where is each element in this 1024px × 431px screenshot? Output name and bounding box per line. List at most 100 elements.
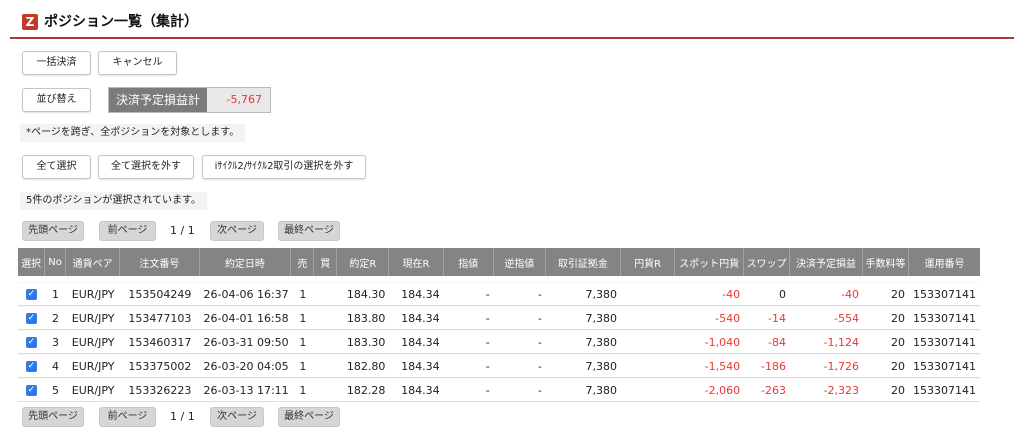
col-header: スポット円貨 — [675, 248, 745, 276]
cell-buy — [314, 354, 338, 378]
cell-sell: 1 — [291, 378, 315, 402]
cell-rate: 183.30 — [337, 330, 390, 354]
col-header: 指値 — [443, 248, 494, 276]
table-row[interactable]: ✓ 4 EUR/JPY 153375002 26-03-20 04:05 1 182.80 1… — [18, 354, 980, 378]
col-header: 現在R — [389, 248, 444, 276]
cell-pl: -1,124 — [790, 330, 864, 354]
cell-stop: - — [493, 306, 546, 330]
cell-fee: 20 — [863, 378, 909, 402]
cancel-button[interactable]: キャンセル — [98, 51, 177, 75]
total-pl-box: 決済予定損益計 -5,767 — [108, 87, 271, 113]
cell-spot: -540 — [675, 306, 745, 330]
cell-sell: 1 — [291, 306, 315, 330]
cell-cur: 184.34 — [389, 306, 444, 330]
brand-logo-icon: Z — [22, 14, 38, 30]
col-header: 約定日時 — [199, 248, 292, 276]
cell-swap: -84 — [744, 330, 791, 354]
cell-margin: 7,380 — [545, 306, 621, 330]
cell-pl: -1,726 — [790, 354, 864, 378]
cell-margin: 7,380 — [545, 378, 621, 402]
deselect-all-button[interactable]: 全て選択を外す — [98, 155, 194, 179]
table-header-row: 選択 No 通貨ペア 注文番号 約定日時 売 買 約定R 現在R 指値 逆指値 … — [18, 248, 980, 276]
cell-rate: 184.30 — [337, 282, 390, 306]
cell-no: 5 — [45, 378, 66, 402]
cell-spot: -1,040 — [675, 330, 745, 354]
col-header: 売 — [291, 248, 315, 276]
deselect-cycle-button[interactable]: iｻｲｸﾙ2/ｻｲｸﾙ2取引の選択を外す — [202, 155, 366, 179]
bulk-settle-button[interactable]: 一括決済 — [22, 51, 91, 75]
cell-fee: 20 — [863, 306, 909, 330]
cell-op: 153307141 — [908, 282, 980, 306]
table-row[interactable]: ✓ 3 EUR/JPY 153460317 26-03-31 09:50 1 183.30 1… — [18, 330, 980, 354]
col-header: 注文番号 — [120, 248, 200, 276]
cell-stop: - — [493, 282, 546, 306]
next-page-button-bottom[interactable]: 次ページ — [210, 407, 264, 427]
row-checkbox[interactable]: ✓ — [26, 289, 38, 300]
cell-stop: - — [493, 354, 546, 378]
cell-swap: -186 — [744, 354, 791, 378]
first-page-button-top[interactable]: 先頭ページ — [22, 221, 84, 241]
cell-margin: 7,380 — [545, 354, 621, 378]
cell-margin: 7,380 — [545, 330, 621, 354]
selection-status: 5件のポジションが選択されています。 — [20, 192, 208, 210]
cell-op: 153307141 — [908, 354, 980, 378]
cell-rate: 182.80 — [337, 354, 390, 378]
row-checkbox[interactable]: ✓ — [26, 361, 38, 372]
cell-fee: 20 — [863, 330, 909, 354]
cell-no: 4 — [45, 354, 66, 378]
last-page-button-bottom[interactable]: 最終ページ — [278, 407, 340, 427]
first-page-button-bottom[interactable]: 先頭ページ — [22, 407, 84, 427]
row-checkbox[interactable]: ✓ — [26, 385, 38, 396]
table-row[interactable]: ✓ 5 EUR/JPY 153326223 26-03-13 17:11 1 182.28 1… — [18, 378, 980, 402]
cell-pair: EUR/JPY — [65, 306, 121, 330]
cell-op: 153307141 — [908, 378, 980, 402]
row-select-cell[interactable]: ✓ — [18, 306, 46, 330]
cell-rate: 182.28 — [337, 378, 390, 402]
last-page-button-top[interactable]: 最終ページ — [278, 221, 340, 241]
cell-pair: EUR/JPY — [65, 330, 121, 354]
cell-spot: -1,540 — [675, 354, 745, 378]
page-header: Z ポジション一覧（集計） — [10, 11, 1014, 39]
cell-cur: 184.34 — [389, 330, 444, 354]
row-select-cell[interactable]: ✓ — [18, 354, 46, 378]
table-row[interactable]: ✓ 1 EUR/JPY 153504249 26-04-06 16:37 1 184.30 1… — [18, 282, 980, 306]
cell-swap: -14 — [744, 306, 791, 330]
col-header: 逆指値 — [493, 248, 546, 276]
row-select-cell[interactable]: ✓ — [18, 330, 46, 354]
cell-no: 2 — [45, 306, 66, 330]
cell-fee: 20 — [863, 282, 909, 306]
prev-page-button-top[interactable]: 前ページ — [99, 221, 156, 241]
cell-stop: - — [493, 330, 546, 354]
table-row[interactable]: ✓ 2 EUR/JPY 153477103 26-04-01 16:58 1 183.80 1… — [18, 306, 980, 330]
cell-order: 153326223 — [120, 378, 200, 402]
next-page-button-top[interactable]: 次ページ — [210, 221, 264, 241]
cell-time: 26-04-06 16:37 — [199, 282, 292, 306]
cell-margin: 7,380 — [545, 282, 621, 306]
col-header: 決済予定損益 — [790, 248, 864, 276]
cell-order: 153504249 — [120, 282, 200, 306]
col-header: スワップ — [744, 248, 791, 276]
row-checkbox[interactable]: ✓ — [26, 313, 38, 324]
cell-time: 26-04-01 16:58 — [199, 306, 292, 330]
prev-page-button-bottom[interactable]: 前ページ — [99, 407, 156, 427]
row-select-cell[interactable]: ✓ — [18, 378, 46, 402]
cell-time: 26-03-31 09:50 — [199, 330, 292, 354]
row-checkbox[interactable]: ✓ — [26, 337, 38, 348]
sort-button[interactable]: 並び替え — [22, 88, 91, 112]
cell-spot: -2,060 — [675, 378, 745, 402]
row-select-cell[interactable]: ✓ — [18, 282, 46, 306]
cell-stop: - — [493, 378, 546, 402]
cell-pl: -40 — [790, 282, 864, 306]
cross-page-note: *ページを跨ぎ、全ポジションを対象とします。 — [20, 124, 246, 142]
cell-pair: EUR/JPY — [65, 354, 121, 378]
select-all-button[interactable]: 全て選択 — [22, 155, 91, 179]
col-header: 選択 — [18, 248, 46, 276]
cell-op: 153307141 — [908, 330, 980, 354]
cell-yen — [621, 282, 676, 306]
cell-pl: -2,323 — [790, 378, 864, 402]
cell-limit: - — [443, 378, 494, 402]
cell-order: 153375002 — [120, 354, 200, 378]
cell-fee: 20 — [863, 354, 909, 378]
cell-sell: 1 — [291, 354, 315, 378]
col-header: 円貨R — [621, 248, 676, 276]
